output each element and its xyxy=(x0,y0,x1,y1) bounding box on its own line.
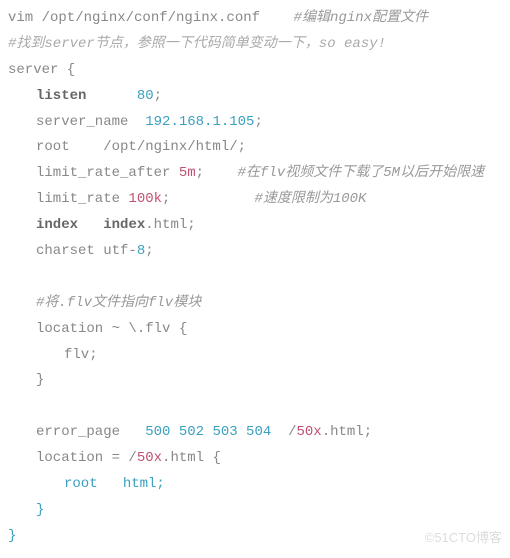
servername-line: server_name 192.168.1.105; xyxy=(8,110,502,136)
comment-instruction: #找到server节点，参照一下代码简单变动一下，so easy! xyxy=(8,32,502,58)
limit-rate-line: limit_rate 100k; #速度限制为100K xyxy=(8,187,502,213)
root-line: root /opt/nginx/html/; xyxy=(8,135,502,161)
flv-comment: #将.flv文件指向flv模块 xyxy=(8,291,502,317)
listen-line: listen 80; xyxy=(8,84,502,110)
blank-1 xyxy=(8,265,502,291)
errorpage-line: error_page 500 502 503 504 /50x.html; xyxy=(8,420,502,446)
watermark: ©51CTO博客 xyxy=(425,526,502,550)
vim-command: vim /opt/nginx/conf/nginx.conf xyxy=(8,10,260,26)
server-open: server { xyxy=(8,58,502,84)
location-50x-open: location = /50x.html { xyxy=(8,446,502,472)
charset-line: charset utf-8; xyxy=(8,239,502,265)
flv-body: flv; xyxy=(8,343,502,369)
location-50x-close: } xyxy=(8,498,502,524)
cmd-comment: #编辑nginx配置文件 xyxy=(294,10,428,26)
location-flv-open: location ~ \.flv { xyxy=(8,317,502,343)
cmd-line: vim /opt/nginx/conf/nginx.conf #编辑nginx配… xyxy=(8,6,502,32)
location-50x-root: root html; xyxy=(8,472,502,498)
blank-2 xyxy=(8,394,502,420)
index-line: index index.html; xyxy=(8,213,502,239)
limit-rate-after-line: limit_rate_after 5m; #在flv视频文件下载了5M以后开始限… xyxy=(8,161,502,187)
location-flv-close: } xyxy=(8,368,502,394)
